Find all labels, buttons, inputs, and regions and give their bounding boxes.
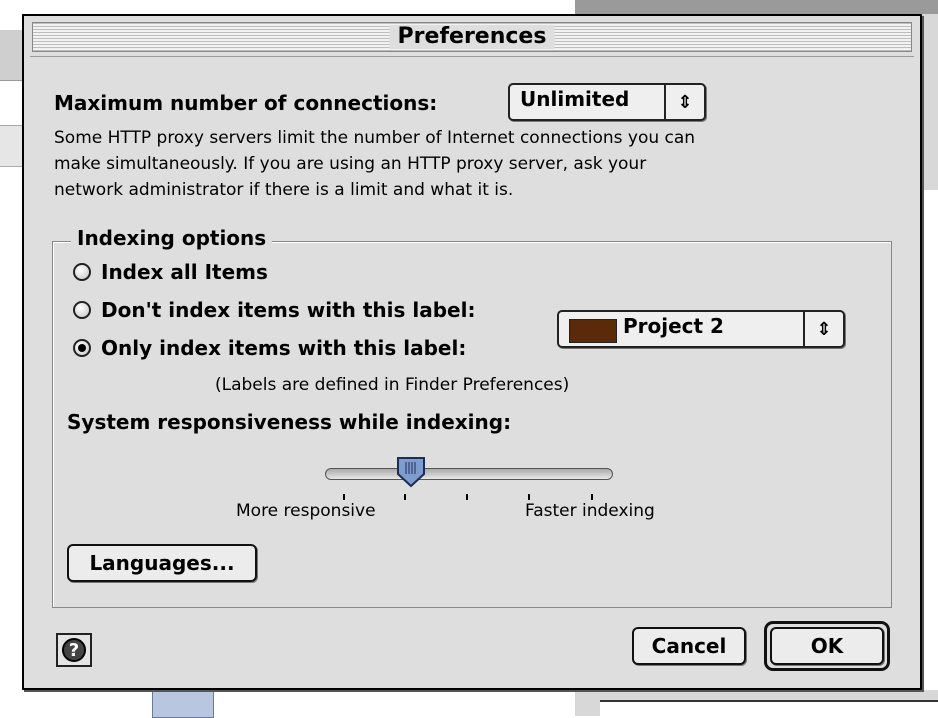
cancel-button[interactable]: Cancel [632, 627, 746, 665]
label-popup[interactable]: Project 2 ⇕ [557, 310, 845, 348]
help-icon: ? [62, 638, 86, 662]
radio-button[interactable] [73, 263, 91, 281]
dialog-content: Maximum number of connections: Unlimited… [30, 56, 914, 682]
radio-button[interactable] [73, 301, 91, 319]
help-button[interactable]: ? [56, 633, 92, 667]
connections-popup[interactable]: Unlimited ⇕ [508, 83, 706, 121]
background-window-column [921, 190, 938, 690]
indexing-options-group: Indexing options Index all Items Don't i… [52, 226, 892, 608]
title-bar[interactable]: Preferences [32, 22, 912, 52]
description-line-3: network administrator if there is a limi… [54, 180, 514, 200]
desktop-icon[interactable] [152, 690, 214, 718]
connections-label: Maximum number of connections: [54, 91, 438, 115]
radio-dont-index-label[interactable]: Don't index items with this label: [73, 298, 475, 322]
slider-min-label: More responsive [236, 501, 376, 521]
background-window-titlebar [575, 0, 938, 14]
label-popup-value: Project 2 [623, 314, 724, 338]
background-window-bottom [600, 700, 938, 718]
connections-popup-value: Unlimited [520, 87, 630, 111]
ok-button[interactable]: OK [770, 627, 884, 665]
indexing-options-title: Indexing options [71, 226, 273, 250]
labels-note: (Labels are defined in Finder Preference… [215, 375, 570, 395]
radio-label: Index all Items [101, 260, 268, 284]
radio-index-all[interactable]: Index all Items [73, 260, 268, 284]
background-left-bar-lower [0, 125, 24, 167]
slider-max-label: Faster indexing [525, 501, 655, 521]
radio-label: Only index items with this label: [101, 336, 467, 360]
popup-arrows-icon: ⇕ [664, 85, 704, 119]
responsiveness-slider-track[interactable] [325, 468, 613, 480]
radio-only-index-label[interactable]: Only index items with this label: [73, 336, 466, 360]
responsiveness-label: System responsiveness while indexing: [67, 410, 512, 434]
dialog-title: Preferences [389, 25, 555, 49]
description-line-2: make simultaneously. If you are using an… [54, 154, 647, 174]
radio-button-selected[interactable] [73, 339, 91, 357]
slider-tick [404, 494, 406, 500]
slider-thumb-icon[interactable] [396, 456, 426, 488]
radio-label: Don't index items with this label: [101, 298, 476, 322]
languages-button[interactable]: Languages... [67, 544, 257, 582]
popup-arrows-icon: ⇕ [803, 312, 843, 346]
background-left-bar [0, 30, 24, 81]
slider-tick [466, 494, 468, 500]
preferences-dialog: Preferences Maximum number of connection… [22, 14, 922, 690]
label-color-swatch [569, 319, 617, 343]
description-line-1: Some HTTP proxy servers limit the number… [54, 128, 696, 148]
